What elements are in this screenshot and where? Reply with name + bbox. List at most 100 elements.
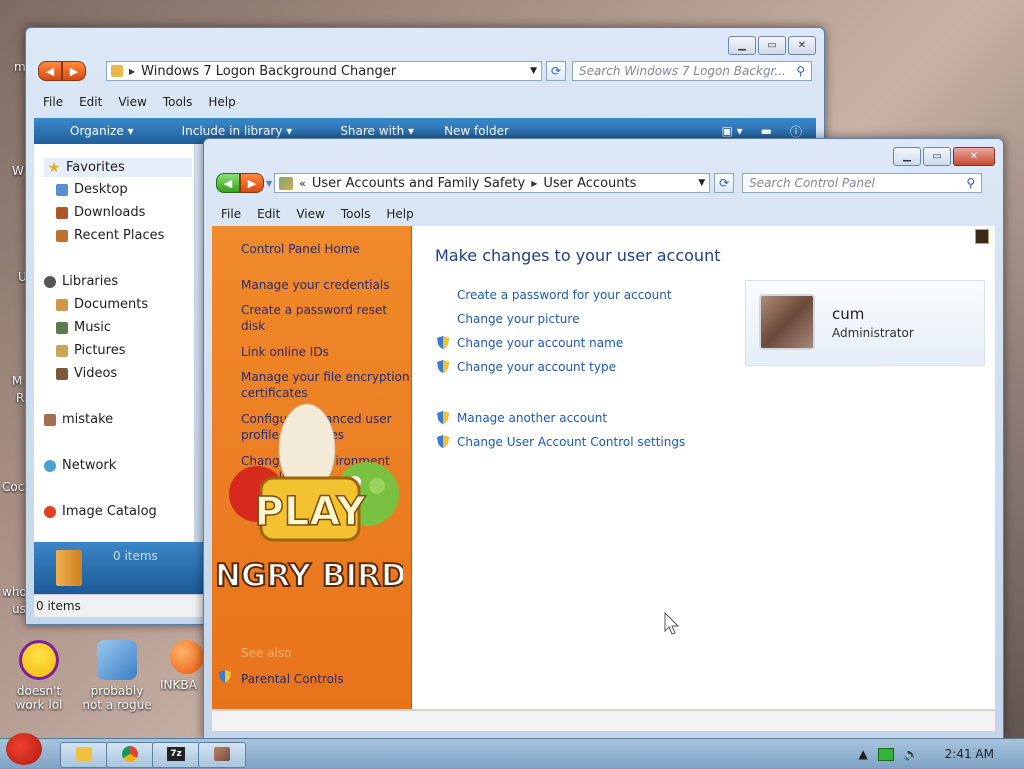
desktop-icon-label: probably not a rogue xyxy=(82,684,152,712)
minimize-button[interactable]: ▁ xyxy=(728,36,756,55)
user-folder-icon xyxy=(44,413,56,426)
nav-network[interactable]: Network xyxy=(44,458,116,473)
menu-view[interactable]: View xyxy=(296,207,324,221)
nav-label: Libraries xyxy=(62,274,119,289)
nav-image-catalog[interactable]: Image Catalog xyxy=(44,504,157,519)
downloads-icon xyxy=(56,206,68,219)
taskbar-control-panel[interactable] xyxy=(198,742,246,768)
parental-controls-link[interactable]: Parental Controls xyxy=(241,671,411,687)
menu-file[interactable]: File xyxy=(43,95,63,109)
breadcrumb-family-safety[interactable]: User Accounts and Family Safety xyxy=(312,176,525,191)
cp-menu-bar: File Edit View Tools Help xyxy=(221,207,414,221)
videos-icon xyxy=(56,367,68,380)
window-caption-buttons: ▁ ▭ ✕ xyxy=(893,147,995,166)
pictures-icon xyxy=(56,344,68,357)
desktop-icon-label-fragment: Coc xyxy=(2,480,25,494)
nav-music[interactable]: Music xyxy=(56,320,111,335)
new-folder-button[interactable]: New folder xyxy=(444,124,509,138)
refresh-button[interactable]: ⟳ xyxy=(714,173,735,193)
menu-edit[interactable]: Edit xyxy=(257,207,280,221)
start-button[interactable] xyxy=(2,729,46,769)
uac-shield-icon xyxy=(437,336,449,349)
menu-file[interactable]: File xyxy=(221,207,241,221)
menu-help[interactable]: Help xyxy=(386,207,413,221)
nav-label: Recent Places xyxy=(74,228,165,243)
search-placeholder: Search Control Panel xyxy=(749,176,875,190)
taskbar-explorer[interactable] xyxy=(60,742,108,768)
search-input[interactable]: Search Control Panel ⚲ xyxy=(742,173,983,193)
nav-label: Network xyxy=(62,458,117,473)
nav-documents[interactable]: Documents xyxy=(56,297,148,312)
desktop-icon-inkball[interactable]: INKBA xyxy=(160,640,204,692)
menu-view[interactable]: View xyxy=(118,95,146,109)
organize-button[interactable]: Organize ▾ xyxy=(52,124,134,138)
inkball-icon xyxy=(170,640,204,674)
desktop-icon-yahoo[interactable]: doesn't work lol xyxy=(4,640,74,712)
angry-birds-overlay[interactable]: PLAY ANGRY BIRDS xyxy=(190,394,430,595)
cp-navigation-row: ◀ ▶ ▼ « User Accounts and Family Safety … xyxy=(216,173,983,193)
chevron-down-icon[interactable]: ▼ xyxy=(698,178,705,188)
maximize-button[interactable]: ▭ xyxy=(758,36,786,55)
menu-tools[interactable]: Tools xyxy=(341,207,371,221)
menu-edit[interactable]: Edit xyxy=(79,95,102,109)
desktop-icon-label-fragment: who xyxy=(2,585,27,599)
search-input[interactable]: Search Windows 7 Logon Backgr... ⚲ xyxy=(572,61,812,81)
minimize-button[interactable]: ▁ xyxy=(893,147,921,166)
battery-icon[interactable] xyxy=(877,747,894,761)
nav-pictures[interactable]: Pictures xyxy=(56,343,125,358)
forward-button[interactable]: ▶ xyxy=(62,61,86,81)
nav-desktop[interactable]: Desktop xyxy=(56,182,128,197)
nav-label: Image Catalog xyxy=(62,504,157,519)
menu-tools[interactable]: Tools xyxy=(163,95,193,109)
nav-recent-places[interactable]: Recent Places xyxy=(56,228,164,243)
address-bar[interactable]: ▶ Windows 7 Logon Background Changer ▼ xyxy=(106,61,542,81)
change-account-name-link[interactable]: Change your account name xyxy=(457,336,623,350)
back-button[interactable]: ◀ xyxy=(216,173,240,193)
back-button[interactable]: ◀ xyxy=(38,61,62,81)
change-account-type-link[interactable]: Change your account type xyxy=(457,360,616,374)
share-with-button[interactable]: Share with ▾ xyxy=(322,124,414,138)
refresh-button[interactable]: ⟳ xyxy=(546,61,566,81)
documents-icon xyxy=(56,298,68,311)
menu-help[interactable]: Help xyxy=(208,95,235,109)
nav-label: Favorites xyxy=(66,160,125,175)
create-password-link[interactable]: Create a password for your account xyxy=(457,288,672,302)
breadcrumb-user-accounts[interactable]: User Accounts xyxy=(543,176,636,191)
control-panel-home-link[interactable]: Control Panel Home xyxy=(241,241,411,257)
include-in-library-button[interactable]: Include in library ▾ xyxy=(164,124,293,138)
uac-shield-icon xyxy=(219,670,231,683)
manage-another-account-link[interactable]: Manage another account xyxy=(457,411,607,425)
help-icon[interactable]: ⓘ xyxy=(790,123,802,140)
view-options-icon[interactable]: ▣ ▾ xyxy=(721,124,742,138)
navigation-pane: Favorites Desktop Downloads Recent Place… xyxy=(34,144,195,554)
volume-icon[interactable]: 🔈 xyxy=(904,747,919,761)
nav-favorites[interactable]: Favorites xyxy=(44,158,192,177)
desktop-icon-label-fragment: m xyxy=(14,60,26,74)
nav-libraries[interactable]: Libraries xyxy=(44,274,118,289)
desktop-icon-rogue[interactable]: probably not a rogue xyxy=(82,640,152,712)
show-hidden-icons-icon[interactable]: ▲ xyxy=(858,747,867,761)
address-bar[interactable]: « User Accounts and Family Safety ▶ User… xyxy=(274,173,711,193)
maximize-button[interactable]: ▭ xyxy=(923,147,951,166)
uac-settings-link[interactable]: Change User Account Control settings xyxy=(457,435,685,449)
details-item-count: 0 items xyxy=(113,549,158,563)
password-reset-disk-link[interactable]: Create a password reset disk xyxy=(241,302,391,334)
back-forward-buttons: ◀ ▶ xyxy=(216,173,264,193)
nav-downloads[interactable]: Downloads xyxy=(56,205,145,220)
recent-pages-dropdown-icon[interactable]: ▼ xyxy=(266,179,272,188)
clock[interactable]: 2:41 AM xyxy=(945,747,994,761)
forward-button[interactable]: ▶ xyxy=(240,173,264,193)
link-online-ids-link[interactable]: Link online IDs xyxy=(241,344,411,360)
chevron-down-icon[interactable]: ▼ xyxy=(530,66,537,76)
manage-credentials-link[interactable]: Manage your credentials xyxy=(241,277,411,293)
taskbar-chrome[interactable] xyxy=(106,742,154,768)
help-icon[interactable] xyxy=(975,229,989,244)
recent-places-icon xyxy=(56,229,68,242)
change-picture-link[interactable]: Change your picture xyxy=(457,312,579,326)
taskbar-7zip[interactable]: 7z xyxy=(152,742,200,768)
nav-mistake[interactable]: mistake xyxy=(44,412,113,427)
nav-videos[interactable]: Videos xyxy=(56,366,117,381)
preview-pane-icon[interactable]: ▬ xyxy=(761,124,772,138)
close-button[interactable]: ✕ xyxy=(953,147,995,166)
close-button[interactable]: ✕ xyxy=(788,36,816,55)
